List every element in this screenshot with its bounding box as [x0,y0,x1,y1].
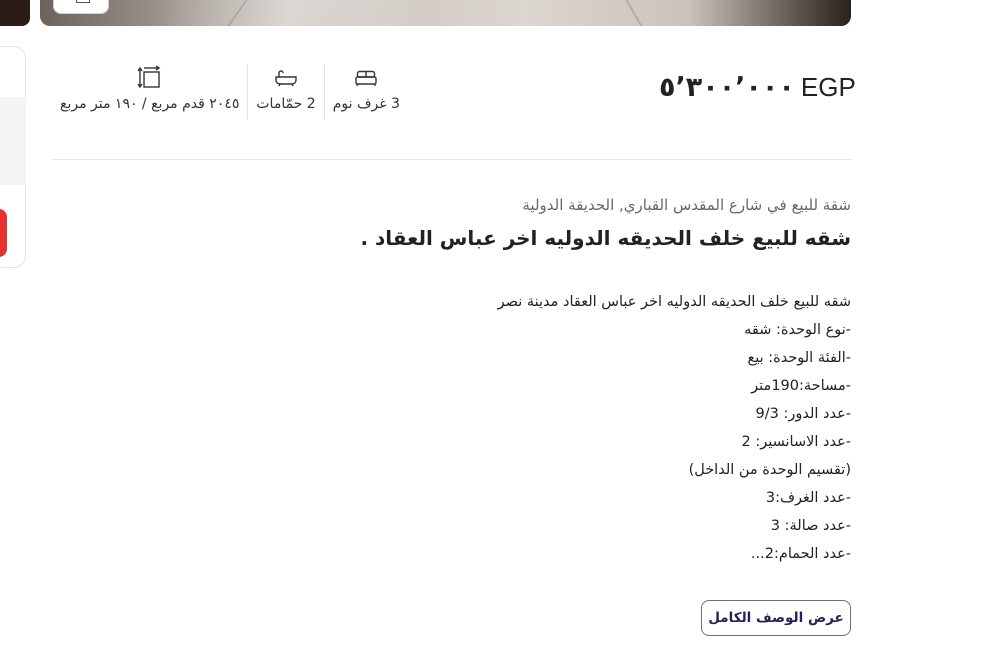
side-card-cta-button[interactable] [0,209,7,257]
description-line: شقه للبيع خلف الحديقه الدوليه اخر عباس ا… [497,294,851,310]
description-line: -عدد الاسانسير: 2 [741,434,851,450]
description-line: (تقسيم الوحدة من الداخل) [688,462,851,478]
price-currency: EGP [800,72,856,102]
property-specs: 3 غرف نوم 2 حمّامات ٢٠٤٥ قدم مربع / ١٩٠ … [52,64,408,120]
side-card-panel [0,97,26,185]
description-line: -عدد الدور: 9/3 [755,406,851,422]
spec-bathrooms-label: 2 حمّامات [256,96,316,112]
contact-side-card [0,46,26,268]
price-amount: ٥٬٣٠٠٬٠٠٠ [659,72,795,103]
price: ٥٬٣٠٠٬٠٠٠ EGP [659,72,856,103]
photo-glare [160,0,420,26]
listing-photo[interactable] [40,0,851,26]
description-line: -عدد الحمام:2... [750,546,851,562]
listing-location: شقة للبيع في شارع المقدس القباري, الحديق… [522,196,851,214]
listing-title: شقه للبيع خلف الحديقه الدوليه اخر عباس ا… [360,226,851,250]
area-icon [137,64,163,92]
floor-tile-line [619,0,643,26]
section-divider [52,159,851,160]
gallery-button[interactable] [53,0,109,14]
description-line: -الفئة الوحدة: بيع [747,350,851,366]
bathtub-icon [274,64,298,92]
spec-bedrooms: 3 غرف نوم [325,64,408,120]
price-block: ٥٬٣٠٠٬٠٠٠ EGP [659,72,856,106]
photo-icon [76,0,90,3]
spec-bedrooms-label: 3 غرف نوم [332,96,400,112]
show-full-description-button[interactable]: عرض الوصف الكامل [701,600,851,636]
description-line: -عدد صالة: 3 [770,518,851,534]
bed-icon [354,64,378,92]
description-line: -نوع الوحدة: شقه [744,322,851,338]
listing-description: شقه للبيع خلف الحديقه الدوليه اخر عباس ا… [331,288,851,568]
gallery-prev-image-edge [0,0,30,26]
spec-bathrooms: 2 حمّامات [248,64,325,120]
description-line: -مساحة:190متر [751,378,851,394]
description-line: -عدد الغرف:3 [765,490,851,506]
spec-area: ٢٠٤٥ قدم مربع / ١٩٠ متر مربع [52,64,249,120]
spec-area-label: ٢٠٤٥ قدم مربع / ١٩٠ متر مربع [60,96,240,112]
